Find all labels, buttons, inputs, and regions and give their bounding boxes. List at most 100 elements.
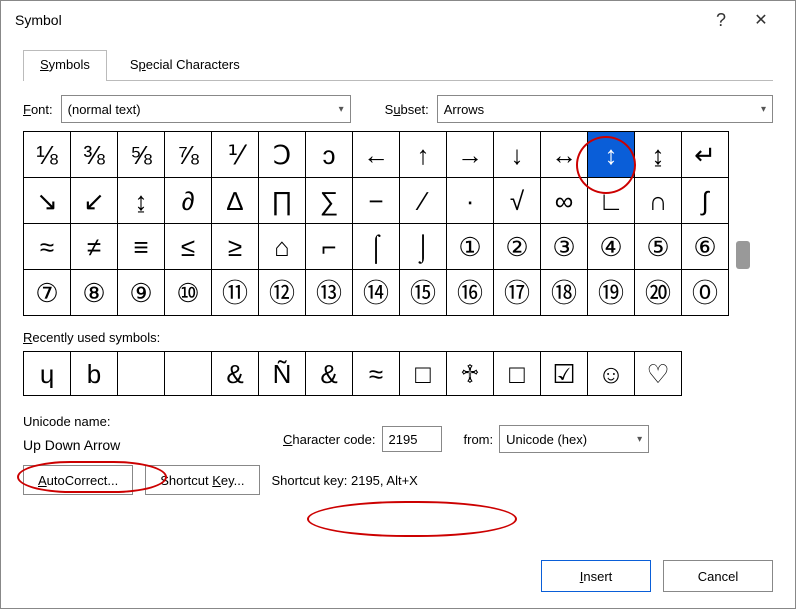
font-dropdown[interactable]: (normal text) ▾ xyxy=(61,95,351,123)
titlebar: Symbol ? ✕ xyxy=(1,1,795,39)
symbol-cell[interactable]: − xyxy=(353,178,400,224)
symbol-cell[interactable]: ∂ xyxy=(165,178,212,224)
symbol-cell[interactable]: ⑥ xyxy=(682,224,729,270)
subset-dropdown[interactable]: Arrows ▾ xyxy=(437,95,773,123)
symbol-cell[interactable]: ⌐ xyxy=(306,224,353,270)
symbol-cell[interactable]: ② xyxy=(494,224,541,270)
symbol-cell[interactable]: ↨ xyxy=(118,178,165,224)
scrollbar[interactable] xyxy=(733,131,753,316)
charcode-input[interactable]: 2195 xyxy=(382,426,442,452)
symbol-cell[interactable]: ↑ xyxy=(400,132,447,178)
recent-symbol-cell[interactable]: ɥ xyxy=(24,352,71,396)
recent-grid: ɥb&Ñ&≈□♱□☑☺♡ xyxy=(23,351,682,396)
unicode-name-value: Up Down Arrow xyxy=(23,437,223,453)
symbol-dialog: Symbol ? ✕ Symbols Special Characters //… xyxy=(0,0,796,609)
symbol-cell[interactable]: ⅟ xyxy=(212,132,259,178)
shortcut-info: Shortcut key: 2195, Alt+X xyxy=(272,473,418,488)
symbol-cell[interactable]: ∕ xyxy=(400,178,447,224)
close-button[interactable]: ✕ xyxy=(741,10,781,30)
recent-symbol-cell[interactable] xyxy=(118,352,165,396)
symbol-cell[interactable]: ∆ xyxy=(212,178,259,224)
cancel-button[interactable]: Cancel xyxy=(663,560,773,592)
scroll-thumb[interactable] xyxy=(736,241,750,269)
subset-label: Subset: xyxy=(385,102,429,117)
symbol-cell[interactable]: ↕ xyxy=(588,132,635,178)
symbol-cell[interactable]: ↓ xyxy=(494,132,541,178)
symbol-cell[interactable]: ⅛ xyxy=(24,132,71,178)
symbol-cell[interactable]: ⅝ xyxy=(118,132,165,178)
symbol-cell[interactable]: ∏ xyxy=(259,178,306,224)
from-dropdown[interactable]: Unicode (hex) ▾ xyxy=(499,425,649,453)
symbol-cell[interactable]: √ xyxy=(494,178,541,224)
symbol-cell[interactable]: ⑤ xyxy=(635,224,682,270)
symbol-cell[interactable]: Ↄ xyxy=(259,132,306,178)
symbol-cell[interactable]: ∩ xyxy=(635,178,682,224)
symbol-cell[interactable]: ↘ xyxy=(24,178,71,224)
symbol-cell[interactable]: ⑱ xyxy=(541,270,588,316)
symbol-cell[interactable]: ∙ xyxy=(447,178,494,224)
recent-symbol-cell[interactable] xyxy=(165,352,212,396)
recent-symbol-cell[interactable]: ♱ xyxy=(447,352,494,396)
symbol-cell[interactable]: ⅜ xyxy=(71,132,118,178)
symbol-cell[interactable]: ↔ xyxy=(541,132,588,178)
symbol-cell[interactable]: ⌠ xyxy=(353,224,400,270)
recent-symbol-cell[interactable]: & xyxy=(306,352,353,396)
symbol-cell[interactable]: ⑰ xyxy=(494,270,541,316)
recent-symbol-cell[interactable]: Ñ xyxy=(259,352,306,396)
recent-label: Recently used symbols: xyxy=(23,330,773,345)
symbol-cell[interactable]: ⑮ xyxy=(400,270,447,316)
symbol-cell[interactable]: ↨ xyxy=(635,132,682,178)
symbol-cell[interactable]: ⑩ xyxy=(165,270,212,316)
font-label: Font: xyxy=(23,102,53,117)
tab-special-characters[interactable]: Special Characters xyxy=(113,50,257,81)
symbol-cell[interactable]: ⌡ xyxy=(400,224,447,270)
autocorrect-button[interactable]: AutoCorrect... xyxy=(23,465,133,495)
symbol-cell[interactable]: ≈ xyxy=(24,224,71,270)
symbol-cell[interactable]: ≠ xyxy=(71,224,118,270)
symbol-cell[interactable]: ⑭ xyxy=(353,270,400,316)
symbol-cell[interactable]: ∫ xyxy=(682,178,729,224)
symbol-cell[interactable]: ∑ xyxy=(306,178,353,224)
tab-symbols[interactable]: Symbols xyxy=(23,50,107,81)
recent-symbol-cell[interactable]: ≈ xyxy=(353,352,400,396)
recent-symbol-cell[interactable]: ☺ xyxy=(588,352,635,396)
insert-button[interactable]: Insert xyxy=(541,560,651,592)
recent-symbol-cell[interactable]: □ xyxy=(400,352,447,396)
recent-symbol-cell[interactable]: ♡ xyxy=(635,352,682,396)
recent-symbol-cell[interactable]: & xyxy=(212,352,259,396)
symbol-cell[interactable]: ≡ xyxy=(118,224,165,270)
symbol-cell[interactable]: ↵ xyxy=(682,132,729,178)
symbol-cell[interactable]: ≥ xyxy=(212,224,259,270)
symbol-cell[interactable]: ∞ xyxy=(541,178,588,224)
symbol-cell[interactable]: ↙ xyxy=(71,178,118,224)
recent-symbol-cell[interactable]: ☑ xyxy=(541,352,588,396)
window-title: Symbol xyxy=(15,12,62,28)
symbol-cell[interactable]: ⑫ xyxy=(259,270,306,316)
help-button[interactable]: ? xyxy=(701,10,741,31)
symbol-cell[interactable]: ← xyxy=(353,132,400,178)
symbol-cell[interactable]: ⑳ xyxy=(635,270,682,316)
subset-value: Arrows xyxy=(444,102,484,117)
symbol-cell[interactable]: ⑪ xyxy=(212,270,259,316)
symbol-cell[interactable]: ⑦ xyxy=(24,270,71,316)
symbol-cell[interactable]: ⑧ xyxy=(71,270,118,316)
recent-symbol-cell[interactable]: □ xyxy=(494,352,541,396)
symbol-cell[interactable]: ③ xyxy=(541,224,588,270)
charcode-label: Character code: xyxy=(283,432,376,447)
symbol-cell[interactable]: ⑨ xyxy=(118,270,165,316)
symbol-cell[interactable]: ⑯ xyxy=(447,270,494,316)
symbol-cell[interactable]: ⑬ xyxy=(306,270,353,316)
symbol-cell[interactable]: ① xyxy=(447,224,494,270)
symbol-cell[interactable]: ∟ xyxy=(588,178,635,224)
symbol-cell[interactable]: ↄ xyxy=(306,132,353,178)
symbol-cell[interactable]: → xyxy=(447,132,494,178)
font-value: (normal text) xyxy=(68,102,141,117)
symbol-cell[interactable]: ⑲ xyxy=(588,270,635,316)
symbol-cell[interactable]: ⓪ xyxy=(682,270,729,316)
symbol-cell[interactable]: ⅞ xyxy=(165,132,212,178)
symbol-cell[interactable]: ④ xyxy=(588,224,635,270)
symbol-cell[interactable]: ≤ xyxy=(165,224,212,270)
recent-symbol-cell[interactable]: b xyxy=(71,352,118,396)
shortcut-key-button[interactable]: Shortcut Key... xyxy=(145,465,259,495)
symbol-cell[interactable]: ⌂ xyxy=(259,224,306,270)
